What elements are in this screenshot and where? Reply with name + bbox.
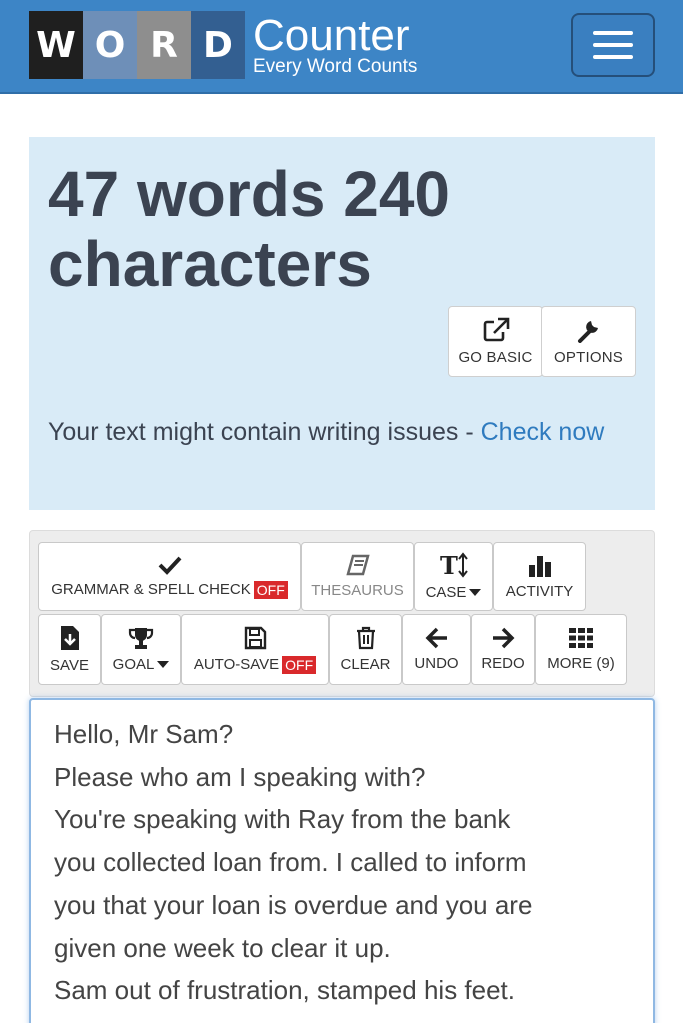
grammar-off-badge: OFF [253,580,288,599]
trash-icon [356,626,375,650]
thesaurus-button[interactable]: THESAURUS [301,542,414,611]
external-link-icon [483,317,509,342]
options-button[interactable]: OPTIONS [541,306,636,377]
word-count-panel: 47 words 240 characters GO BASIC OPTIONS… [29,137,655,510]
site-logo[interactable]: W O R D Counter Every Word Counts [29,11,417,79]
activity-label: ACTIVITY [505,583,574,600]
clear-button[interactable]: CLEAR [329,614,402,685]
check-now-link[interactable]: Check now [481,418,605,446]
grammar-check-label: GRAMMAR & SPELL CHECK [51,581,251,598]
editor-content[interactable]: Hello, Mr Sam? Please who am I speaking … [31,700,653,1012]
redo-button[interactable]: REDO [471,614,535,685]
logo-word: Counter [253,10,410,60]
editor-line: you collected loan from. I called to inf… [54,847,527,878]
auto-save-button[interactable]: AUTO-SAVE OFF [181,614,329,685]
editor-line: Sam out of frustration, stamped his feet… [54,975,516,1006]
hamburger-menu-icon [593,31,633,35]
auto-save-label: AUTO-SAVE [193,656,280,673]
arrow-left-icon [425,627,447,649]
word-count-title: 47 words 240 characters [48,158,450,300]
undo-label: UNDO [414,655,459,672]
activity-button[interactable]: ACTIVITY [493,542,586,611]
writing-issues-text: Your text might contain writing issues - [48,418,481,446]
logo-tagline: Every Word Counts [253,55,418,77]
editor-line: you that your loan is overdue and you ar… [54,889,533,920]
case-label: CASE [425,584,467,601]
goal-label: GOAL [112,656,155,673]
site-header: W O R D Counter Every Word Counts [0,0,683,94]
goal-dropdown-button[interactable]: GOAL [101,614,181,685]
go-basic-label: GO BASIC [458,349,533,366]
logo-tile-d: D [191,11,245,79]
editor-line: Hello, Mr Sam? [54,719,234,749]
bar-chart-icon [528,556,551,577]
editor-line: given one week to clear it up. [54,932,391,963]
floppy-disk-icon [244,626,267,649]
hamburger-menu-icon-bar [593,55,633,59]
logo-tile-o: O [83,11,137,79]
trophy-icon [128,628,154,649]
grammar-check-button[interactable]: GRAMMAR & SPELL CHECK OFF [38,542,301,611]
clear-label: CLEAR [340,656,391,673]
options-label: OPTIONS [554,349,623,366]
editor-toolbar: GRAMMAR & SPELL CHECK OFF THESAURUS T CAS… [29,530,655,697]
auto-save-off-badge: OFF [282,655,317,674]
text-case-icon: T [440,552,468,578]
logo-tile-w: W [29,11,83,79]
writing-issues-notice: Your text might contain writing issues -… [48,413,628,451]
download-file-icon [60,626,79,650]
grid-icon [569,628,593,648]
chevron-down-icon [157,661,170,668]
save-label: SAVE [50,657,89,674]
case-dropdown-button[interactable]: T CASE [414,542,493,611]
chevron-down-icon [469,589,482,596]
logo-tile-r: R [137,11,191,79]
logo-text: Counter Every Word Counts [253,10,418,77]
text-editor[interactable]: Hello, Mr Sam? Please who am I speaking … [29,698,655,1023]
hamburger-menu-icon-bar [593,43,633,47]
stats-button-group: GO BASIC OPTIONS [448,306,636,377]
wrench-icon [577,321,598,343]
book-icon [345,554,370,576]
undo-button[interactable]: UNDO [402,614,471,685]
redo-label: REDO [481,655,525,672]
hamburger-menu-button[interactable] [571,13,655,77]
checkmark-icon [158,556,181,575]
editor-line: Please who am I speaking with? [54,761,426,792]
more-button[interactable]: MORE (9) [535,614,627,685]
editor-line: You're speaking with Ray from the bank [54,804,511,835]
go-basic-button[interactable]: GO BASIC [448,306,543,377]
thesaurus-label: THESAURUS [311,582,404,599]
arrow-right-icon [493,627,515,649]
more-label: MORE (9) [547,655,615,672]
svg-text:T: T [440,552,458,578]
save-button[interactable]: SAVE [38,614,101,685]
